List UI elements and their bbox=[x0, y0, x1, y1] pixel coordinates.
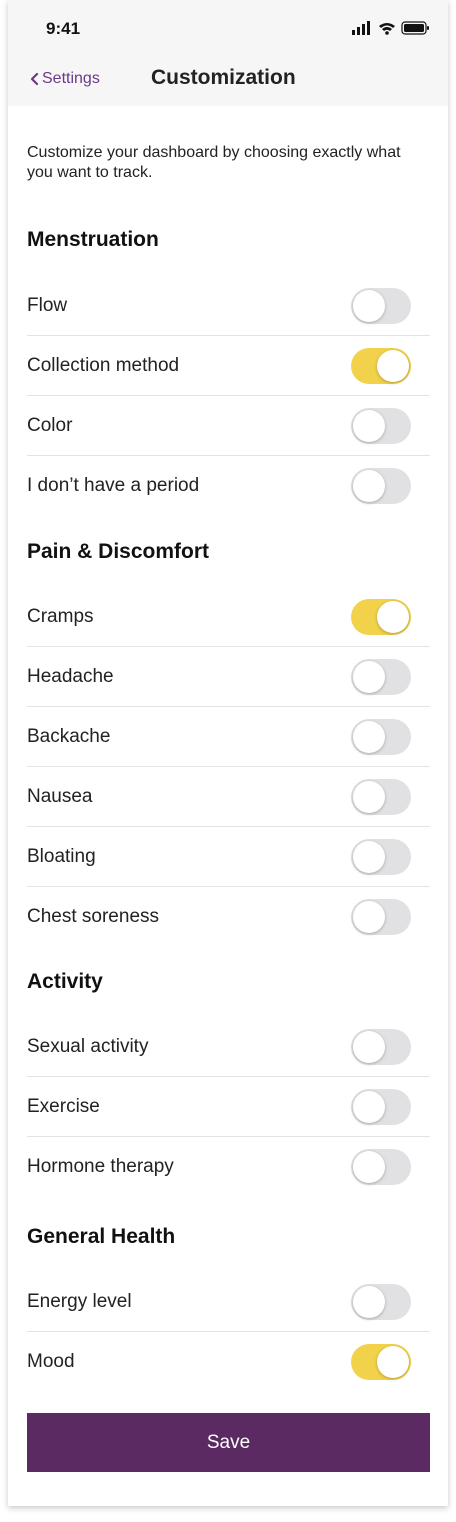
toggle-knob bbox=[353, 1090, 385, 1123]
phone-screen: 9:41 Settings Customization Customize yo… bbox=[8, 0, 448, 1506]
setting-row-chest-soreness: Chest soreness bbox=[27, 887, 430, 946]
toggle-nausea[interactable] bbox=[351, 778, 411, 815]
toggle-knob bbox=[377, 600, 409, 633]
chevron-left-icon bbox=[30, 72, 39, 86]
setting-row-hormone-therapy: Hormone therapy bbox=[27, 1137, 430, 1196]
toggle-knob bbox=[377, 349, 409, 382]
toggle-knob bbox=[353, 469, 385, 502]
page-title: Customization bbox=[151, 66, 296, 89]
setting-row-cramps: Cramps bbox=[27, 587, 430, 647]
back-button[interactable]: Settings bbox=[28, 68, 100, 90]
toggle-knob bbox=[353, 1030, 385, 1063]
setting-row-color: Color bbox=[27, 396, 430, 456]
setting-row-collection-method: Collection method bbox=[27, 336, 430, 396]
toggle-exercise[interactable] bbox=[351, 1088, 411, 1125]
setting-label: Headache bbox=[27, 665, 114, 687]
setting-label: Mood bbox=[27, 1350, 75, 1372]
setting-row-exercise: Exercise bbox=[27, 1077, 430, 1137]
toggle-knob bbox=[353, 900, 385, 933]
toggle-color[interactable] bbox=[351, 407, 411, 444]
signal-wifi-battery-icon bbox=[352, 21, 429, 35]
toggle-knob bbox=[377, 1345, 409, 1378]
status-time: 9:41 bbox=[46, 19, 81, 38]
setting-label: Sexual activity bbox=[27, 1035, 149, 1057]
toggle-knob bbox=[353, 780, 385, 813]
setting-row-headache: Headache bbox=[27, 647, 430, 707]
setting-label: Color bbox=[27, 414, 73, 436]
setting-label: Hormone therapy bbox=[27, 1155, 174, 1177]
toggle-chest-soreness[interactable] bbox=[351, 898, 411, 935]
setting-row-bloating: Bloating bbox=[27, 827, 430, 887]
setting-row-energy-level: Energy level bbox=[27, 1272, 430, 1332]
status-icons bbox=[352, 21, 430, 35]
setting-label: Flow bbox=[27, 294, 68, 316]
setting-label: Collection method bbox=[27, 354, 180, 376]
setting-label: Bloating bbox=[27, 845, 96, 867]
setting-label: Energy level bbox=[27, 1290, 132, 1312]
toggle-i-don-t-have-a-period[interactable] bbox=[351, 467, 411, 504]
setting-row-sexual-activity: Sexual activity bbox=[27, 1017, 430, 1077]
toggle-energy-level[interactable] bbox=[351, 1283, 411, 1320]
toggle-knob bbox=[353, 720, 385, 753]
toggle-knob bbox=[353, 409, 385, 442]
setting-label: I don’t have a period bbox=[27, 474, 200, 496]
save-button[interactable]: Save bbox=[27, 1413, 430, 1472]
toggle-sexual-activity[interactable] bbox=[351, 1028, 411, 1065]
section-title-menstruation: Menstruation bbox=[27, 228, 159, 251]
setting-label: Exercise bbox=[27, 1095, 100, 1117]
section-title-general-health: General Health bbox=[27, 1225, 176, 1248]
toggle-headache[interactable] bbox=[351, 658, 411, 695]
toggle-bloating[interactable] bbox=[351, 838, 411, 875]
nav-bar: Settings Customization bbox=[8, 52, 448, 106]
toggle-collection-method[interactable] bbox=[351, 347, 411, 384]
setting-label: Cramps bbox=[27, 605, 94, 627]
setting-label: Chest soreness bbox=[27, 905, 160, 927]
toggle-knob bbox=[353, 289, 385, 322]
toggle-knob bbox=[353, 660, 385, 693]
toggle-knob bbox=[353, 1150, 385, 1183]
toggle-backache[interactable] bbox=[351, 718, 411, 755]
setting-row-nausea: Nausea bbox=[27, 767, 430, 827]
section-title-pain-discomfort: Pain & Discomfort bbox=[27, 540, 210, 563]
intro-text: Customize your dashboard by choosing exa… bbox=[27, 144, 401, 181]
toggle-mood[interactable] bbox=[351, 1343, 411, 1380]
toggle-flow[interactable] bbox=[351, 287, 411, 324]
status-bar: 9:41 bbox=[8, 0, 448, 52]
toggle-knob bbox=[353, 1285, 385, 1318]
setting-label: Nausea bbox=[27, 785, 93, 807]
section-title-activity: Activity bbox=[27, 970, 103, 993]
setting-row-backache: Backache bbox=[27, 707, 430, 767]
back-label: Settings bbox=[42, 70, 100, 87]
toggle-cramps[interactable] bbox=[351, 598, 411, 635]
setting-label: Backache bbox=[27, 725, 111, 747]
setting-row-i-don-t-have-a-period: I don’t have a period bbox=[27, 456, 430, 515]
toggle-hormone-therapy[interactable] bbox=[351, 1148, 411, 1185]
setting-row-mood: Mood bbox=[27, 1332, 430, 1391]
toggle-knob bbox=[353, 840, 385, 873]
setting-row-flow: Flow bbox=[27, 276, 430, 336]
